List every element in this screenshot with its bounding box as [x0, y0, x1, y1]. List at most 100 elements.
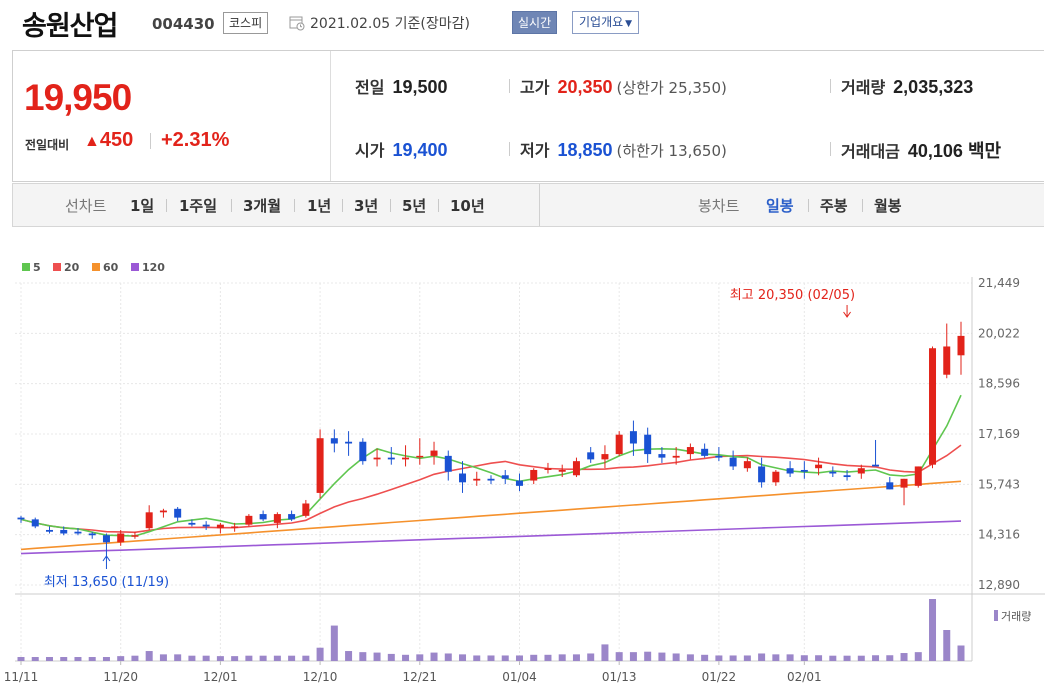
volume-bar — [943, 630, 951, 661]
candle-body — [772, 471, 780, 483]
prev-close-value: 19,500 — [392, 77, 448, 97]
candle-body — [245, 515, 253, 525]
candle-body — [929, 348, 937, 465]
company-overview-dropdown[interactable]: 기업개요 ▼ — [572, 11, 640, 34]
candle-body — [259, 514, 267, 520]
low-label: 저가 — [520, 141, 550, 160]
volume-bar — [743, 655, 751, 661]
company-name: 송원산업 — [22, 11, 118, 42]
candle-body — [943, 346, 951, 375]
candle-body — [530, 469, 538, 481]
divider — [808, 199, 809, 212]
volume-bar — [359, 652, 367, 661]
volume-bar — [60, 657, 68, 661]
tab-monthly[interactable]: 월봉 — [874, 195, 902, 216]
volume-bar — [772, 654, 780, 661]
divider — [390, 199, 391, 212]
candle-body — [231, 526, 239, 528]
change-value: 450 — [99, 129, 134, 151]
candle-body — [672, 455, 680, 458]
volume-bar — [444, 653, 452, 661]
low-price: 저가 18,850 (하한가 13,650) — [520, 137, 727, 161]
volume-bar — [544, 654, 552, 661]
price-panel: 19,950 전일대비 ▲450 +2.31% 전일 19,500 시가 19,40… — [12, 50, 1044, 182]
x-tick-label: 01/22 — [702, 670, 737, 684]
candle-body — [416, 455, 424, 458]
volume-bar — [259, 655, 267, 661]
change-label: 전일대비 — [25, 138, 70, 152]
candle-body — [701, 448, 709, 456]
tab-1d[interactable]: 1일 — [130, 195, 154, 216]
trade-amount: 거래대금 40,106 백만 — [841, 137, 1001, 163]
x-tick-label: 02/01 — [787, 670, 822, 684]
ma120-line — [20, 520, 962, 555]
volume-bar — [686, 654, 694, 661]
volume-bar — [786, 654, 794, 661]
volume-legend-label: 거래량 — [1001, 610, 1031, 623]
tab-weekly[interactable]: 주봉 — [820, 195, 848, 216]
candlestick-chart[interactable]: 5 20 60 120 21,449 20,022 18,596 17,169 15,743 14… — [0, 255, 1045, 697]
volume-bar — [330, 625, 338, 661]
volume-bar — [729, 655, 737, 661]
volume-bar — [74, 657, 82, 661]
volume-bar — [715, 655, 723, 661]
tab-10y[interactable]: 10년 — [450, 195, 485, 216]
period-tabs: 선차트 1일 1주일 3개월 1년 3년 5년 10년 봉차트 일봉 주봉 월봉 — [12, 183, 1044, 227]
candle-body — [743, 461, 751, 469]
ma60-line — [20, 480, 962, 551]
candle-body — [558, 469, 566, 472]
volume-bar — [459, 654, 467, 661]
candle-body — [60, 529, 68, 534]
divider — [509, 142, 510, 156]
stock-code: 004430 — [152, 15, 215, 33]
candle-body — [800, 469, 808, 472]
overview-label: 기업개요 — [579, 15, 624, 29]
tab-daily[interactable]: 일봉 — [766, 195, 794, 216]
candle-body — [45, 529, 53, 532]
tab-1w[interactable]: 1주일 — [179, 195, 217, 216]
candle-body — [572, 461, 580, 476]
volume-bar — [216, 656, 224, 661]
candle-body — [501, 475, 509, 479]
y-tick-label: 20,022 — [978, 326, 1020, 340]
volume-bar — [672, 653, 680, 661]
candle-body — [601, 454, 609, 460]
tab-1y[interactable]: 1년 — [307, 195, 331, 216]
volume-bar — [957, 645, 965, 661]
volume-value: 2,035,323 — [893, 77, 974, 97]
volume-bar — [929, 599, 937, 661]
candle-body — [473, 478, 481, 481]
candle-chart-label: 봉차트 — [698, 197, 740, 215]
candle-body — [174, 508, 182, 518]
y-tick-label: 21,449 — [978, 276, 1020, 290]
candle-body — [587, 452, 595, 460]
volume-bar — [131, 655, 139, 661]
candle-body — [159, 510, 167, 513]
candle-body — [131, 535, 139, 537]
tab-3y[interactable]: 3년 — [354, 195, 378, 216]
volume-bar — [117, 656, 125, 661]
volume-bar — [174, 654, 182, 661]
candle-body — [17, 517, 25, 520]
divider — [231, 199, 232, 212]
volume-bar — [815, 655, 823, 661]
x-tick-label: 11/11 — [4, 670, 39, 684]
volume-bar — [487, 655, 495, 661]
realtime-button[interactable]: 실시간 — [512, 11, 558, 34]
volume-bar — [629, 652, 637, 661]
volume-bar — [515, 655, 523, 661]
tab-5y[interactable]: 5년 — [402, 195, 426, 216]
tab-3m[interactable]: 3개월 — [243, 195, 281, 216]
prev-close: 전일 19,500 — [355, 74, 448, 98]
divider — [166, 199, 167, 212]
volume-bar — [302, 655, 310, 661]
volume-bar — [45, 657, 53, 661]
candle-body — [288, 514, 296, 520]
candle-body — [758, 466, 766, 483]
volume-bar — [857, 655, 865, 661]
candle-body — [459, 473, 467, 483]
volume-bar — [558, 654, 566, 661]
volume-bar — [601, 644, 609, 661]
candle-body — [900, 478, 908, 488]
volume-bar — [758, 653, 766, 661]
